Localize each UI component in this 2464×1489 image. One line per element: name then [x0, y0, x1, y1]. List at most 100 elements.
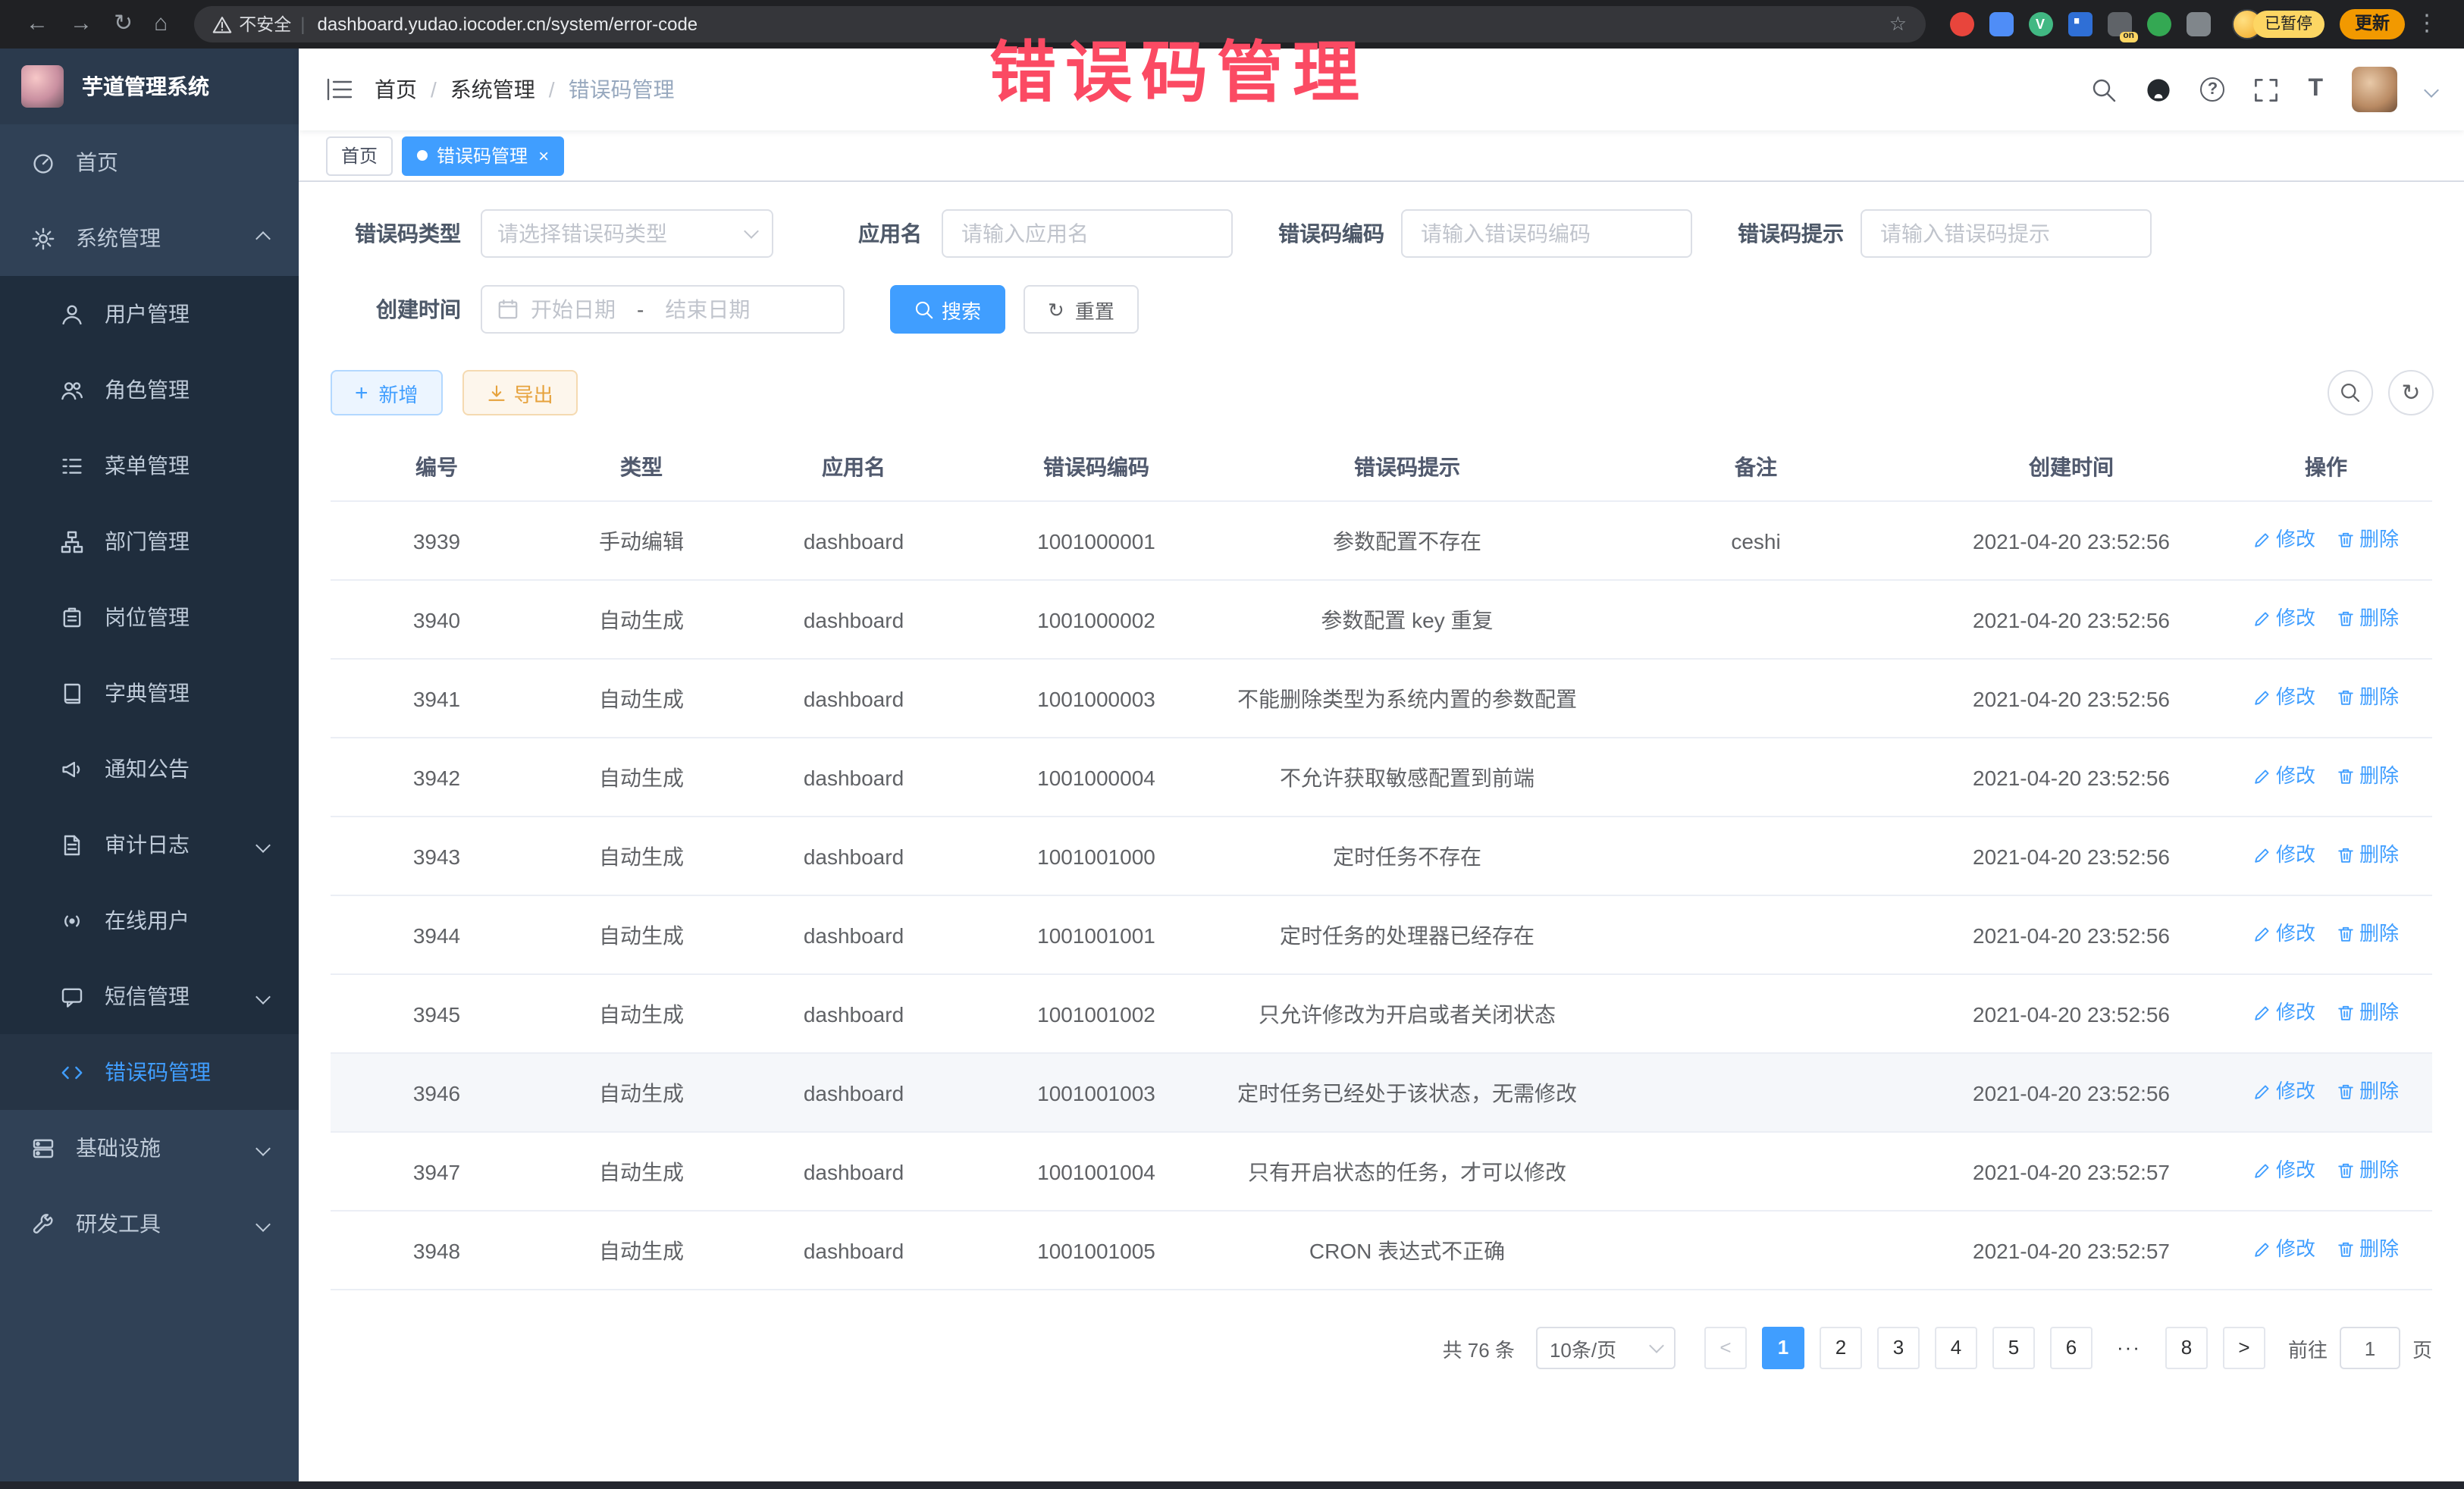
extension-red-icon[interactable] [1949, 12, 1973, 36]
bookmark-star-icon[interactable]: ☆ [1889, 12, 1907, 36]
edit-link[interactable]: 修改 [2253, 761, 2315, 792]
export-button[interactable]: 导出 [462, 370, 578, 415]
extension-green-icon[interactable] [2146, 12, 2171, 36]
refresh-table-button[interactable]: ↻ [2388, 370, 2434, 415]
sidebar-item-audit-log[interactable]: 审计日志 [0, 807, 299, 882]
tab-error-code[interactable]: 错误码管理 × [402, 136, 564, 175]
cell-type: 自动生成 [543, 974, 740, 1053]
reload-icon[interactable]: ↻ [114, 0, 133, 49]
browser-menu-icon[interactable]: ⋮ [2415, 0, 2438, 49]
sidebar-item-role[interactable]: 角色管理 [0, 352, 299, 428]
extension-blue-icon[interactable] [1989, 12, 2013, 36]
delete-link[interactable]: 删除 [2337, 840, 2399, 870]
tab-label: 错误码管理 [437, 143, 528, 168]
sidebar-item-online-user[interactable]: 在线用户 [0, 882, 299, 958]
page-button-1[interactable]: 1 [1762, 1327, 1804, 1369]
goto-page-input[interactable] [2340, 1327, 2400, 1369]
delete-link[interactable]: 删除 [2337, 1234, 2399, 1265]
page-size-select[interactable]: 10条/页 [1536, 1327, 1676, 1369]
avatar-caret-icon[interactable] [2424, 82, 2439, 97]
error-code-input[interactable] [1401, 209, 1692, 258]
sidebar-item-system[interactable]: 系统管理 [0, 200, 299, 276]
sidebar-item-label: 研发工具 [76, 1208, 161, 1239]
edit-link[interactable]: 修改 [2253, 840, 2315, 870]
delete-link[interactable]: 删除 [2337, 525, 2399, 555]
add-button[interactable]: + 新增 [331, 370, 443, 415]
sidebar-item-sms[interactable]: 短信管理 [0, 958, 299, 1034]
tab-close-icon[interactable]: × [538, 146, 549, 165]
server-icon [32, 1136, 55, 1159]
search-button-label: 搜索 [942, 295, 981, 324]
delete-link[interactable]: 删除 [2337, 1077, 2399, 1107]
col-app: 应用名 [740, 437, 967, 501]
tab-home[interactable]: 首页 [326, 136, 393, 175]
sidebar-item-dict[interactable]: 字典管理 [0, 655, 299, 731]
page-button-8[interactable]: 8 [2165, 1327, 2208, 1369]
reset-button[interactable]: ↻ 重置 [1024, 285, 1139, 334]
search-icon[interactable] [2091, 77, 2117, 102]
prev-page-button[interactable]: < [1704, 1327, 1747, 1369]
sidebar-item-devtool[interactable]: 研发工具 [0, 1186, 299, 1262]
vue-devtools-icon[interactable]: V [2028, 12, 2052, 36]
address-bar[interactable]: 不安全 | dashboard.yudao.iocoder.cn/system/… [193, 6, 1925, 42]
edit-link[interactable]: 修改 [2253, 525, 2315, 555]
page-button-6[interactable]: 6 [2050, 1327, 2093, 1369]
delete-link[interactable]: 删除 [2337, 1155, 2399, 1186]
search-button[interactable]: 搜索 [890, 285, 1005, 334]
page-button-4[interactable]: 4 [1935, 1327, 1977, 1369]
extension-pin-icon[interactable] [2186, 12, 2210, 36]
delete-link[interactable]: 删除 [2337, 761, 2399, 792]
toggle-search-button[interactable] [2328, 370, 2373, 415]
security-warning-icon [212, 14, 231, 34]
sidebar-item-infra[interactable]: 基础设施 [0, 1110, 299, 1186]
breadcrumb-system[interactable]: 系统管理 [450, 74, 535, 105]
extension-grid-icon[interactable] [2067, 12, 2092, 36]
edit-link[interactable]: 修改 [2253, 682, 2315, 713]
edit-link[interactable]: 修改 [2253, 919, 2315, 949]
app-name-input[interactable] [942, 209, 1233, 258]
edit-link[interactable]: 修改 [2253, 1155, 2315, 1186]
delete-link[interactable]: 删除 [2337, 603, 2399, 634]
sidebar-item-user[interactable]: 用户管理 [0, 276, 299, 352]
filter-row-1: 错误码类型 请选择错误码类型 应用名 错误码编码 错误码提示 [331, 209, 2434, 258]
error-type-select[interactable]: 请选择错误码类型 [481, 209, 773, 258]
help-icon[interactable]: ? [2200, 77, 2224, 102]
collapse-sidebar-icon[interactable] [326, 77, 353, 102]
cell-app: dashboard [740, 895, 967, 974]
edit-link[interactable]: 修改 [2253, 998, 2315, 1028]
page-button-2[interactable]: 2 [1820, 1327, 1862, 1369]
error-msg-input[interactable] [1861, 209, 2152, 258]
cell-ops: 修改删除 [2220, 738, 2432, 817]
sidebar-item-dept[interactable]: 部门管理 [0, 503, 299, 579]
user-avatar[interactable] [2352, 67, 2397, 112]
edit-link[interactable]: 修改 [2253, 1077, 2315, 1107]
page-button-3[interactable]: 3 [1877, 1327, 1920, 1369]
delete-link[interactable]: 删除 [2337, 998, 2399, 1028]
chat-icon [61, 985, 83, 1008]
sidebar-item-error-code[interactable]: 错误码管理 [0, 1034, 299, 1110]
sidebar-item-home[interactable]: 首页 [0, 124, 299, 200]
update-button[interactable]: 更新 [2340, 9, 2405, 39]
more-pages-button[interactable]: ··· [2108, 1327, 2150, 1369]
date-range-picker[interactable]: 开始日期 - 结束日期 [481, 285, 845, 334]
edit-link[interactable]: 修改 [2253, 603, 2315, 634]
font-size-icon[interactable]: T [2308, 76, 2323, 103]
breadcrumb-home[interactable]: 首页 [375, 74, 417, 105]
next-page-button[interactable]: > [2223, 1327, 2265, 1369]
sidebar-item-menu[interactable]: 菜单管理 [0, 428, 299, 503]
page-button-5[interactable]: 5 [1992, 1327, 2035, 1369]
cell-id: 3941 [331, 659, 543, 738]
github-icon[interactable] [2146, 77, 2171, 102]
sync-paused-badge[interactable]: 已暂停 [2252, 11, 2324, 38]
home-icon[interactable]: ⌂ [154, 0, 168, 49]
extension-switch-icon[interactable]: on [2107, 12, 2131, 36]
sidebar-item-post[interactable]: 岗位管理 [0, 579, 299, 655]
sidebar-item-notice[interactable]: 通知公告 [0, 731, 299, 807]
sidebar-item-label: 角色管理 [105, 375, 190, 405]
forward-icon[interactable]: → [70, 0, 92, 49]
back-icon[interactable]: ← [26, 0, 49, 49]
delete-link[interactable]: 删除 [2337, 682, 2399, 713]
fullscreen-icon[interactable] [2253, 77, 2279, 102]
delete-link[interactable]: 删除 [2337, 919, 2399, 949]
edit-link[interactable]: 修改 [2253, 1234, 2315, 1265]
